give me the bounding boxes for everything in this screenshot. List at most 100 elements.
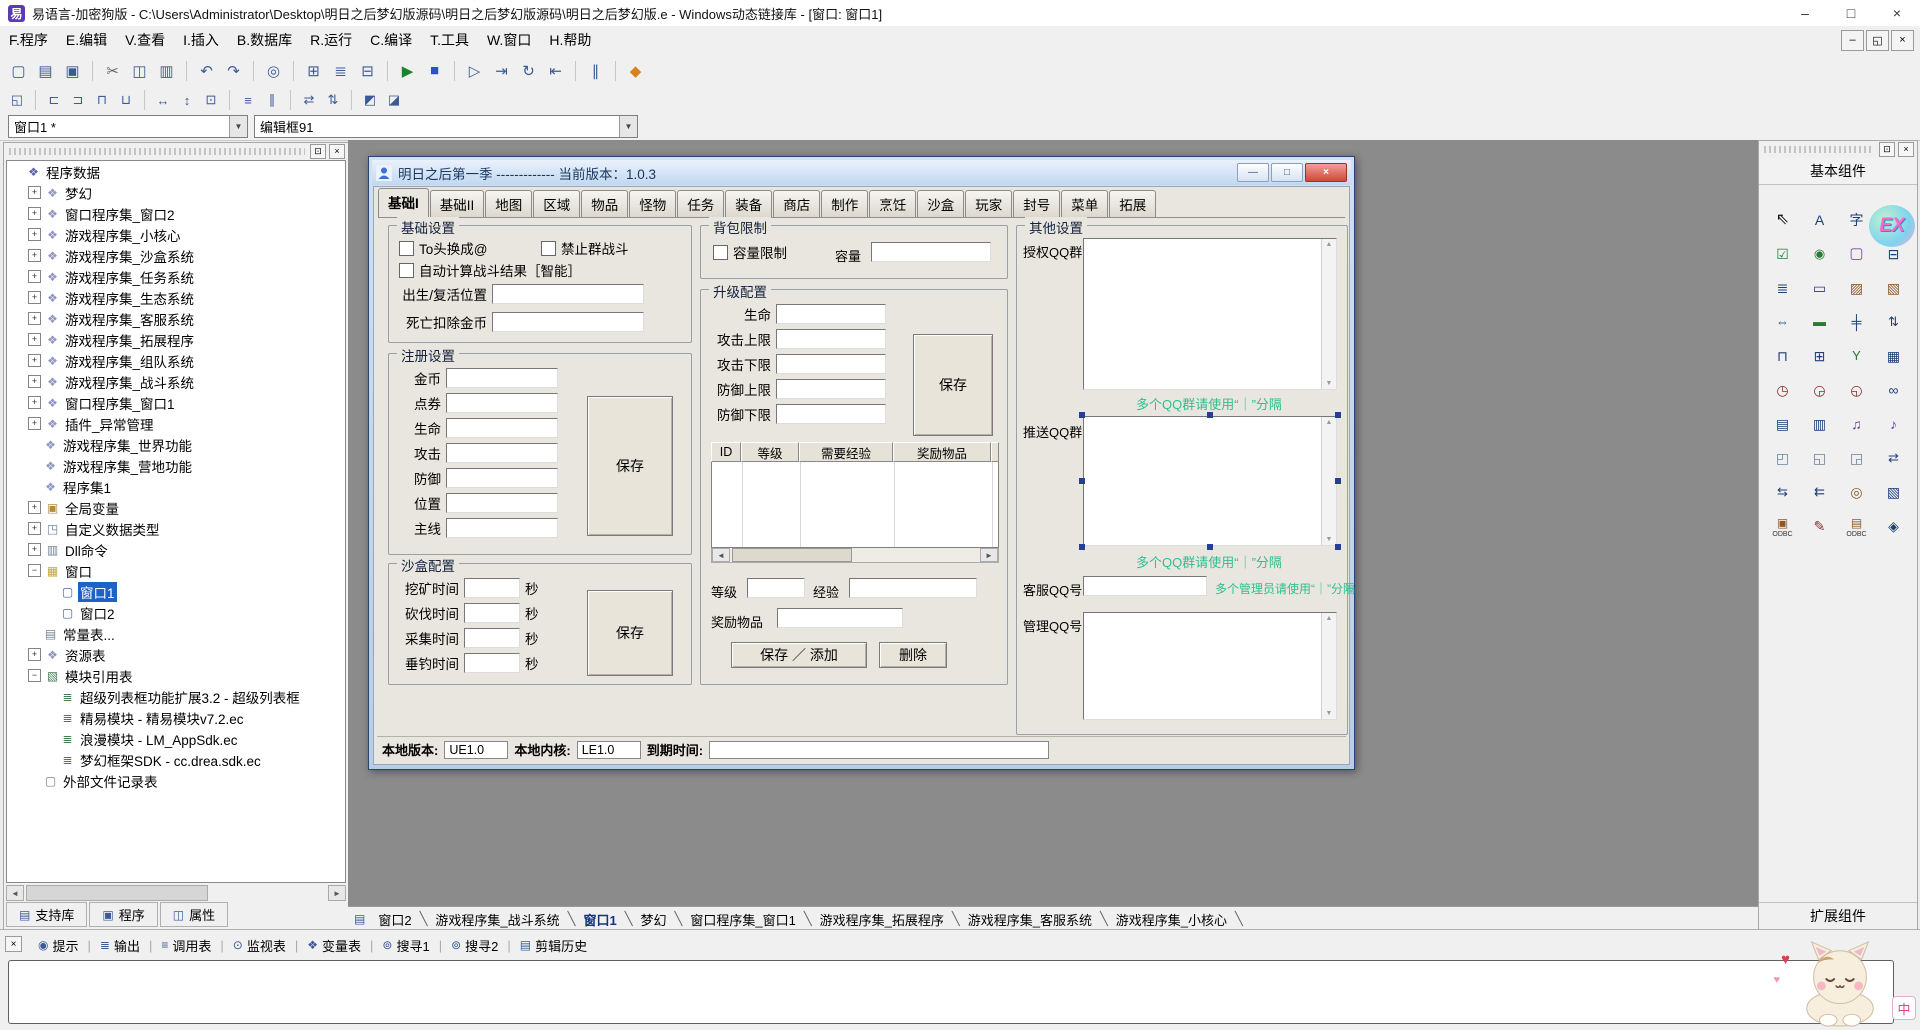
tree-item[interactable]: +❖游戏程序集_小核心 xyxy=(7,224,345,245)
designer-tab-基础II[interactable]: 基础II xyxy=(430,190,485,217)
component-button[interactable]: ▭ xyxy=(1806,274,1834,302)
tree-item[interactable]: +▥Dll命令 xyxy=(7,539,345,560)
menu-item-C.编译[interactable]: C.编译 xyxy=(361,26,421,54)
menu-item-V.查看[interactable]: V.查看 xyxy=(116,26,174,54)
component-tree-view[interactable]: Y xyxy=(1843,342,1871,370)
tree-item[interactable]: +❖资源表 xyxy=(7,644,345,665)
register-save-button[interactable]: 保存 xyxy=(587,396,673,536)
expand-icon[interactable]: + xyxy=(28,291,41,304)
menu-item-R.运行[interactable]: R.运行 xyxy=(301,26,361,54)
panel-grip[interactable] xyxy=(1764,146,1874,153)
basic-components-header[interactable]: 基本组件 xyxy=(1759,158,1917,185)
side-tab-支持库[interactable]: ▤支持库 xyxy=(6,902,87,927)
step-into-button[interactable]: ⇥ xyxy=(489,58,514,83)
panel-pin-button[interactable]: ⊡ xyxy=(310,144,326,159)
scroll-down-icon[interactable]: ▼ xyxy=(1326,708,1333,719)
new-file-button[interactable]: ▢ xyxy=(6,58,31,83)
service-qq-input[interactable] xyxy=(1083,576,1207,596)
designer-tab-烹饪[interactable]: 烹饪 xyxy=(869,190,916,217)
table-horizontal-scrollbar[interactable]: ◄ ► xyxy=(711,548,999,563)
scrollbar-track[interactable] xyxy=(208,885,328,901)
upgrade-input-2[interactable] xyxy=(776,354,886,374)
tree-item[interactable]: ≣浪漫模块 - LM_AppSdk.ec xyxy=(7,728,345,749)
tree-item[interactable]: ≣超级列表框功能扩展3.2 - 超级列表框 xyxy=(7,686,345,707)
send-back-button[interactable]: ◪ xyxy=(383,89,405,111)
register-input-4[interactable] xyxy=(446,468,558,488)
vertical-scrollbar[interactable]: ▲ ▼ xyxy=(1321,239,1336,389)
component-h-scrollbar[interactable]: ⇔ xyxy=(1769,308,1797,336)
selection-handle[interactable] xyxy=(1335,412,1341,418)
sandbox-input-0[interactable] xyxy=(464,578,520,598)
mdi-restore-button[interactable]: ◱ xyxy=(1866,30,1889,51)
checkbox-capacity-limit[interactable]: 容量限制 xyxy=(713,244,787,260)
side-tab-属性[interactable]: ◫属性 xyxy=(160,902,228,927)
upgrade-save-button[interactable]: 保存 xyxy=(913,334,993,436)
register-input-1[interactable] xyxy=(446,393,558,413)
register-input-3[interactable] xyxy=(446,443,558,463)
upgrade-input-1[interactable] xyxy=(776,329,886,349)
expand-icon[interactable]: + xyxy=(28,501,41,514)
selection-handle[interactable] xyxy=(1079,478,1085,484)
designer-tab-任务[interactable]: 任务 xyxy=(677,190,724,217)
output-tab-搜寻2[interactable]: ⊚搜寻2 xyxy=(443,934,506,957)
upgrade-input-4[interactable] xyxy=(776,404,886,424)
tree-item[interactable]: ▢窗口2 xyxy=(7,602,345,623)
panel-close-button[interactable]: × xyxy=(1898,142,1914,157)
spawn-position-input[interactable] xyxy=(492,284,644,304)
debug-run-button[interactable]: ▷ xyxy=(462,58,487,83)
tree-root[interactable]: ❖程序数据 xyxy=(7,161,345,182)
view-code-button[interactable]: ≣ xyxy=(328,58,353,83)
table-column-ID[interactable]: ID xyxy=(711,442,741,462)
panel-pin-button[interactable]: ⊡ xyxy=(1879,142,1895,157)
output-tab-搜寻1[interactable]: ⊚搜寻1 xyxy=(374,934,437,957)
tree-item[interactable]: +❖游戏程序集_任务系统 xyxy=(7,266,345,287)
scrollbar-thumb[interactable] xyxy=(26,885,208,901)
delete-button[interactable]: 删除 xyxy=(879,642,947,668)
maximize-button[interactable]: □ xyxy=(1828,0,1874,26)
copy-button[interactable]: ◫ xyxy=(127,58,152,83)
expand-icon[interactable]: + xyxy=(28,375,41,388)
checkbox-forbid-group-fight[interactable]: 禁止群战斗 xyxy=(541,240,629,256)
align-right-button[interactable]: ⊐ xyxy=(67,89,89,111)
register-input-5[interactable] xyxy=(446,493,558,513)
save-button[interactable]: ▣ xyxy=(60,58,85,83)
sandbox-save-button[interactable]: 保存 xyxy=(587,590,673,676)
upgrade-input-3[interactable] xyxy=(776,379,886,399)
reward-input[interactable] xyxy=(777,608,903,628)
tree-item[interactable]: ▢窗口1 xyxy=(7,581,345,602)
component-calendar[interactable]: ▤ xyxy=(1769,410,1797,438)
designer-maximize-button[interactable]: □ xyxy=(1271,163,1303,182)
menu-item-E.编辑[interactable]: E.编辑 xyxy=(57,26,116,54)
designer-tab-沙盒[interactable]: 沙盒 xyxy=(917,190,964,217)
dropdown-arrow-icon[interactable]: ▼ xyxy=(619,116,637,137)
component-report-box[interactable]: ▧ xyxy=(1880,478,1908,506)
designer-tab-物品[interactable]: 物品 xyxy=(581,190,628,217)
bring-front-button[interactable]: ◩ xyxy=(359,89,381,111)
component-picture-box[interactable]: ▧ xyxy=(1880,274,1908,302)
save-add-button[interactable]: 保存 ／ 添加 xyxy=(731,642,867,668)
step-over-button[interactable]: ↻ xyxy=(516,58,541,83)
capacity-input[interactable] xyxy=(871,242,991,262)
menu-item-F.程序[interactable]: F.程序 xyxy=(0,26,57,54)
expand-icon[interactable]: + xyxy=(28,228,41,241)
designer-tab-地图[interactable]: 地图 xyxy=(485,190,532,217)
scrollbar-thumb[interactable] xyxy=(732,548,852,562)
center-vertical-button[interactable]: ∥ xyxy=(261,89,283,111)
designer-tab-制作[interactable]: 制作 xyxy=(821,190,868,217)
tree-item[interactable]: +❖梦幻 xyxy=(7,182,345,203)
scroll-left-icon[interactable]: ◄ xyxy=(712,548,730,562)
minimize-button[interactable]: – xyxy=(1782,0,1828,26)
tree-item[interactable]: +❖游戏程序集_沙盒系统 xyxy=(7,245,345,266)
cut-button[interactable]: ✂ xyxy=(100,58,125,83)
find-button[interactable]: ◎ xyxy=(261,58,286,83)
designer-tab-基础I[interactable]: 基础I xyxy=(378,188,429,217)
scroll-up-icon[interactable]: ▲ xyxy=(1326,613,1333,624)
collapse-icon[interactable]: − xyxy=(28,564,41,577)
tree-item[interactable]: +❖游戏程序集_生态系统 xyxy=(7,287,345,308)
tree-item[interactable]: ▢外部文件记录表 xyxy=(7,770,345,791)
side-tab-程序[interactable]: ▣程序 xyxy=(89,902,157,927)
sandbox-input-2[interactable] xyxy=(464,628,520,648)
view-both-button[interactable]: ⊟ xyxy=(355,58,380,83)
menu-item-I.插入[interactable]: I.插入 xyxy=(174,26,228,54)
table-body[interactable] xyxy=(711,462,999,548)
